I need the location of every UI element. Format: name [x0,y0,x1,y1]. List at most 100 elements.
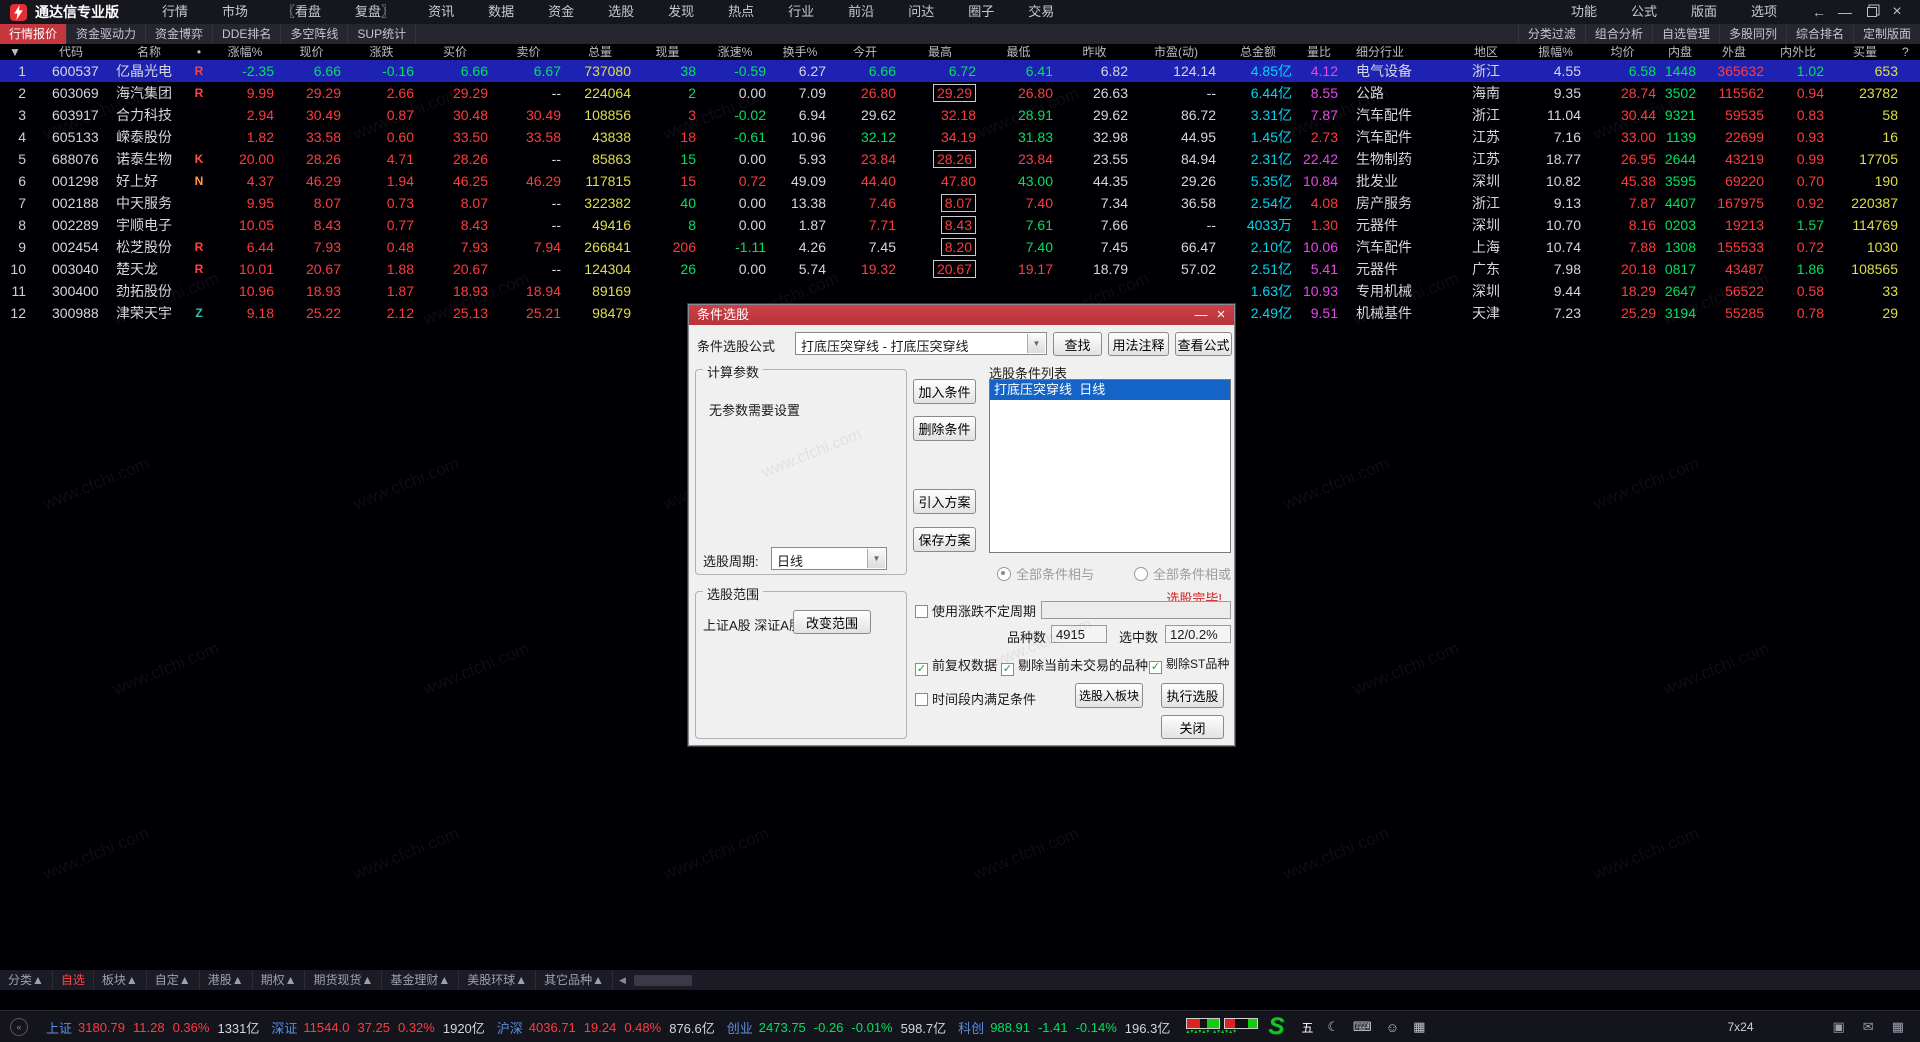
sort-icon[interactable]: ▼ [0,44,30,60]
right-menu-item-2[interactable]: 版面 [1674,0,1734,24]
user-icon[interactable]: ☺ [1386,1020,1399,1035]
formula-combobox[interactable]: 打底压突穿线 - 打底压突穿线 ▼ [795,332,1047,355]
tab-item-9[interactable]: 其它品种▲ [536,970,614,990]
tab-item-0[interactable]: 分类▲ [0,970,53,990]
tab-item-1[interactable]: 自选 [53,970,94,990]
condition-list-item[interactable]: 打底压突穿线 日线 [990,380,1230,400]
menu-item-12[interactable]: 问达 [891,0,951,24]
chevron-down-icon[interactable]: ▼ [1027,334,1045,353]
toolbar-right-item-4[interactable]: 综合排名 [1785,24,1853,44]
index-name-1[interactable]: 深证 [271,1018,297,1037]
tab-item-4[interactable]: 港股▲ [200,970,253,990]
exclude-untraded-checkbox[interactable]: ✓ 剔除当前未交易的品种 [1001,655,1148,676]
menu-item-13[interactable]: 圈子 [951,0,1011,24]
table-row[interactable]: 9 002454 松芝股份 R 6.44 7.93 0.48 7.93 7.94 266841 20… [0,236,1920,258]
help-icon[interactable]: ? [1902,44,1909,60]
period-combobox[interactable]: 日线 ▼ [771,547,887,570]
header-col-20[interactable]: 振幅% [1526,44,1585,60]
header-col-19[interactable]: 地区 [1446,44,1526,60]
back-icon[interactable]: ← [1806,4,1832,20]
header-col-14[interactable]: 昨收 [1057,44,1132,60]
minimize-icon[interactable]: — [1832,4,1858,20]
table-row[interactable]: 5 688076 诺泰生物 K 20.00 28.26 4.71 28.26 -- 85863 15… [0,148,1920,170]
tab-item-7[interactable]: 基金理财▲ [382,970,460,990]
table-row[interactable]: 7 002188 中天服务 9.95 8.07 0.73 8.07 -- 322382 40 0.0… [0,192,1920,214]
header-col-4[interactable]: 涨跌 [345,44,418,60]
header-col-12[interactable]: 最高 [900,44,980,60]
radio-all-and[interactable]: 全部条件相与 [997,564,1094,583]
header-col-13[interactable]: 最低 [980,44,1057,60]
index-name-2[interactable]: 沪深 [497,1018,523,1037]
time-range-checkbox[interactable]: 时间段内满足条件 [915,689,1036,708]
header-col-17[interactable]: 量比 [1296,44,1342,60]
menu-item-4[interactable]: 资讯 [411,0,471,24]
table-row[interactable]: 3 603917 合力科技 2.94 30.49 0.87 30.48 30.49 108856… [0,104,1920,126]
header-col-18[interactable]: 细分行业 [1342,44,1446,60]
restore-icon[interactable] [1858,4,1884,20]
tab-item-3[interactable]: 自定▲ [147,970,200,990]
change-range-button[interactable]: 改变范围 [793,610,871,634]
header-col-21[interactable]: 均价 [1585,44,1660,60]
tab-item-8[interactable]: 美股环球▲ [459,970,537,990]
header-name[interactable]: 名称 [112,44,186,60]
header-col-5[interactable]: 买价 [418,44,492,60]
apps-icon[interactable]: ▦ [1892,1019,1904,1035]
save-plan-button[interactable]: 保存方案 [913,527,976,552]
header-col-16[interactable]: 总金额 [1220,44,1296,60]
toolbar-item-4[interactable]: 多空阵线 [281,24,349,44]
menu-item-11[interactable]: 前沿 [831,0,891,24]
mode-label[interactable]: 五 [1301,1019,1313,1036]
right-menu-item-0[interactable]: 功能 [1554,0,1614,24]
toolbar-right-item-3[interactable]: 多股同列 [1718,24,1786,44]
toolbar-item-1[interactable]: 资金驱动力 [67,24,147,44]
tab-item-2[interactable]: 板块▲ [94,970,147,990]
usage-note-button[interactable]: 用法注释 [1108,332,1169,356]
table-row[interactable]: 8 002289 宇顺电子 10.05 8.43 0.77 8.43 -- 49416 8 0.00… [0,214,1920,236]
toolbar-item-5[interactable]: SUP统计 [348,24,417,44]
grid-icon[interactable]: ▦ [1413,1019,1425,1035]
toolbar-item-0[interactable]: 行情报价 [0,24,68,44]
expand-icon[interactable]: « [10,1018,28,1036]
pick-to-block-button[interactable]: 选股入板块 [1075,683,1143,708]
menu-item-14[interactable]: 交易 [1011,0,1071,24]
exclude-st-checkbox[interactable]: ✓ 剔除ST品种 [1149,655,1229,674]
table-row[interactable]: 4 605133 嵘泰股份 1.82 33.58 0.60 33.50 33.58 43838 1… [0,126,1920,148]
find-button[interactable]: 查找 [1053,332,1102,356]
header-col-2[interactable]: 涨幅% [212,44,278,60]
menu-item-8[interactable]: 发现 [651,0,711,24]
add-condition-button[interactable]: 加入条件 [913,379,976,404]
header-col-9[interactable]: 涨速% [700,44,770,60]
forward-adjust-checkbox[interactable]: ✓ 前复权数据 [915,655,997,676]
tab-item-5[interactable]: 期权▲ [253,970,306,990]
toolbar-right-item-5[interactable]: 定制版面 [1852,24,1920,44]
table-row[interactable]: 10 003040 楚天龙 R 10.01 20.67 1.88 20.67 -- 124304 2… [0,258,1920,280]
import-plan-button[interactable]: 引入方案 [913,489,976,514]
chevron-down-icon[interactable]: ▼ [867,549,885,568]
header-col-6[interactable]: 卖价 [492,44,565,60]
header-col-8[interactable]: 现量 [635,44,700,60]
dialog-close-icon[interactable]: × [1210,305,1232,325]
radio-all-or[interactable]: 全部条件相或 [1134,564,1231,583]
toolbar-item-3[interactable]: DDE排名 [213,24,282,44]
index-name-4[interactable]: 科创 [958,1018,984,1037]
right-menu-item-1[interactable]: 公式 [1614,0,1674,24]
menu-item-0[interactable]: 行情 [145,0,205,24]
header-col-3[interactable]: 现价 [278,44,345,60]
header-col-10[interactable]: 换手% [770,44,830,60]
header-col-15[interactable]: 市盈(动) [1132,44,1220,60]
dialog-title-bar[interactable]: 条件选股 — × [689,305,1234,325]
toolbar-right-item-2[interactable]: 自选管理 [1651,24,1719,44]
keyboard-icon[interactable]: ⌨ [1353,1019,1372,1035]
dialog-minimize-icon[interactable]: — [1190,305,1212,325]
header-col-7[interactable]: 总量 [565,44,635,60]
index-name-0[interactable]: 上证 [46,1018,72,1037]
menu-item-5[interactable]: 数据 [471,0,531,24]
tab-item-6[interactable]: 期货现货▲ [305,970,383,990]
header-col-23[interactable]: 外盘 [1700,44,1768,60]
cycle-checkbox[interactable]: 使用涨跌不定周期 [915,601,1036,620]
header-col-25[interactable]: 买量 [1828,44,1902,60]
toolbar-item-2[interactable]: 资金博弈 [146,24,214,44]
execute-pick-button[interactable]: 执行选股 [1161,683,1224,708]
table-row[interactable]: 1 600537 亿晶光电 R -2.35 6.66 -0.16 6.66 6.67 737080… [0,60,1920,82]
tab-scroll-left-icon[interactable]: ◀ [613,975,632,986]
